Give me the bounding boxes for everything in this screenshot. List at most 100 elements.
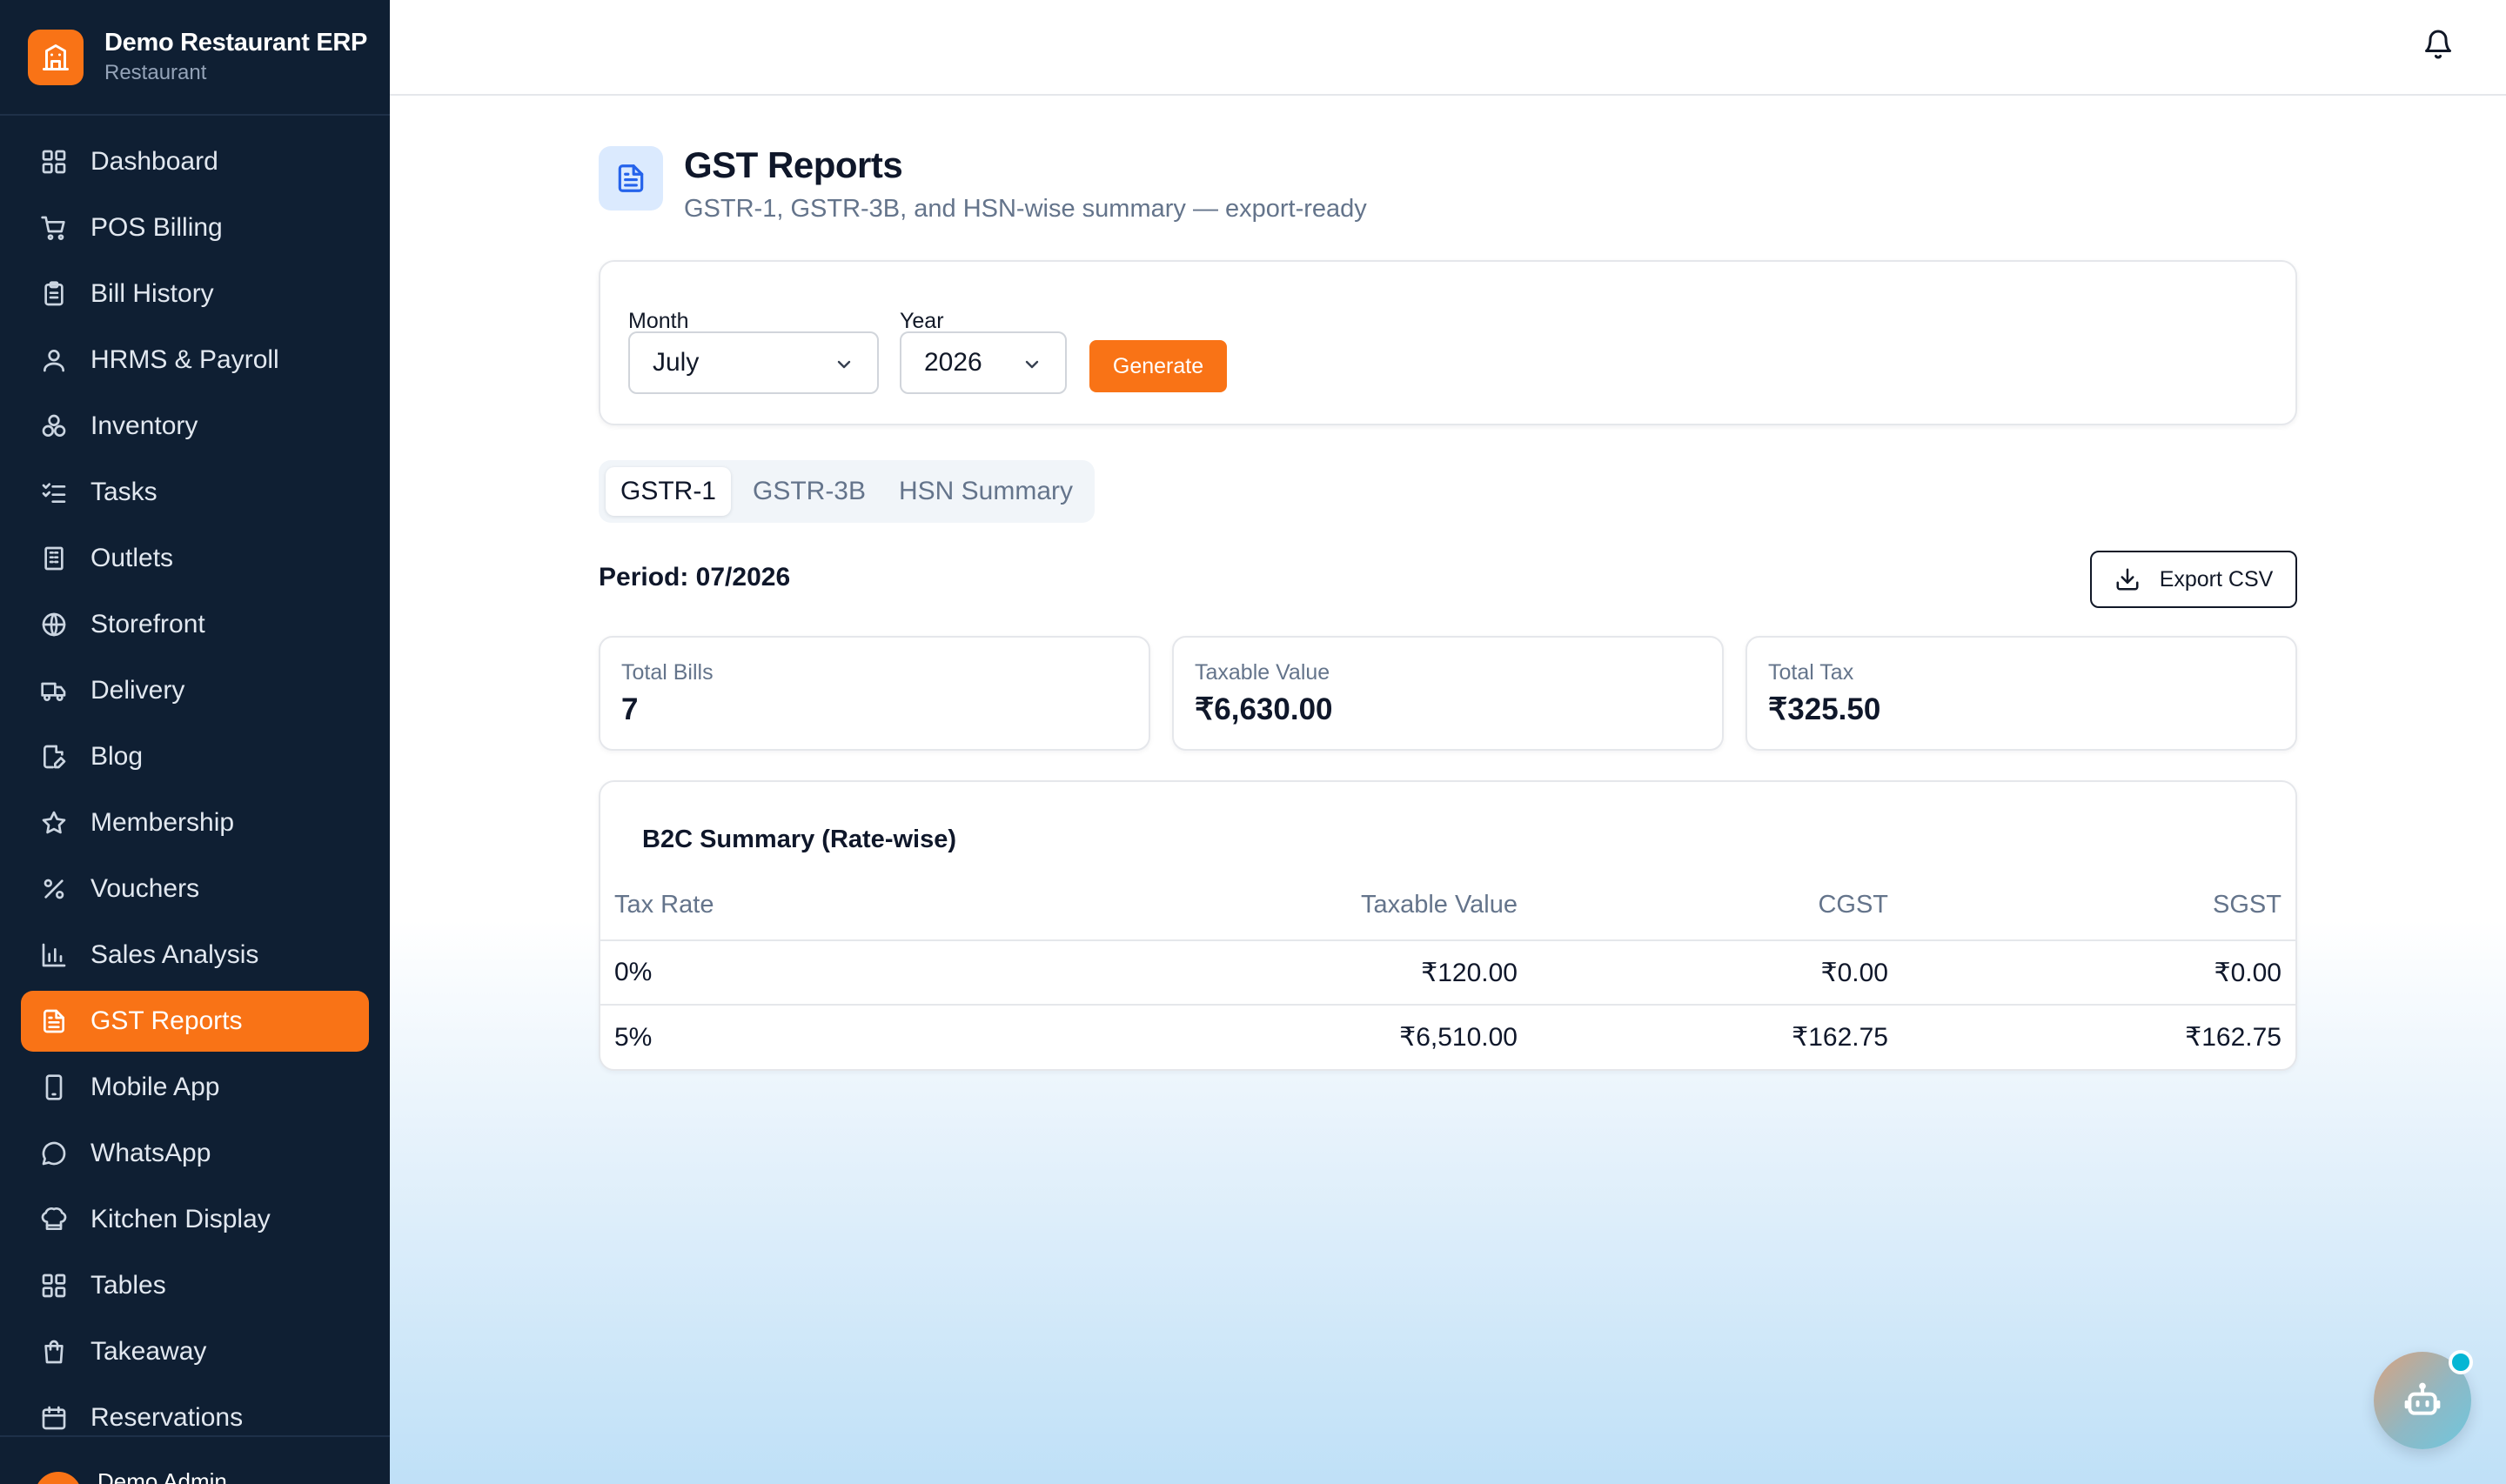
message-circle-icon [42,1141,66,1166]
topbar [390,0,2506,96]
sidebar-item-tables[interactable]: Tables [21,1255,369,1316]
online-status-dot [2449,1350,2473,1374]
stat-value: ₹325.50 [1768,692,1881,726]
stat-card-taxable-value: Taxable Value ₹6,630.00 [1172,636,1724,751]
sidebar-item-outlets[interactable]: Outlets [21,528,369,589]
stat-label: Total Bills [621,660,714,685]
chevron-down-icon [837,360,851,369]
assistant-bot-button[interactable] [2374,1350,2473,1449]
sidebar-item-label: HRMS & Payroll [90,345,279,374]
sidebar-user-footer[interactable]: Demo Admin [0,1435,390,1484]
sidebar-item-label: WhatsApp [90,1139,211,1167]
sidebar-item-bill-history[interactable]: Bill History [21,264,369,324]
file-text-icon [44,1009,64,1033]
star-icon [42,811,66,834]
filter-card: Month July Year 2026 Generate [599,260,2297,425]
sidebar-item-mobile-app[interactable]: Mobile App [21,1057,369,1118]
sidebar-item-label: Sales Analysis [90,940,259,969]
column-header-tax-rate: Tax Rate [600,871,1053,941]
main-area: GST Reports GSTR-1, GSTR-3B, and HSN-wis… [390,0,2506,1484]
sidebar-item-label: Tasks [90,478,157,506]
app-name: Demo Restaurant ERP [104,29,368,57]
column-header-cgst: CGST [1531,871,1902,941]
sidebar-item-label: Dashboard [90,147,218,176]
clipboard-icon [44,281,64,306]
sidebar-item-whatsapp[interactable]: WhatsApp [21,1123,369,1184]
sidebar-item-label: Reservations [90,1403,244,1432]
sidebar-item-label: Storefront [90,610,205,638]
app-type: Restaurant [104,61,207,84]
month-select[interactable]: July [628,331,879,394]
bar-chart-icon [42,943,66,967]
globe-icon [42,612,66,637]
cell-sgst: ₹162.75 [1902,1004,2295,1069]
report-tabs: GSTR-1 GSTR-3B HSN Summary [599,460,1095,523]
sidebar-item-label: Blog [90,742,144,771]
sidebar-item-takeaway[interactable]: Takeaway [21,1321,369,1382]
export-csv-label: Export CSV [2159,566,2274,592]
building-icon [44,546,64,571]
page-title: GST Reports [684,144,903,185]
sidebar-item-hrms-payroll[interactable]: HRMS & Payroll [21,330,369,391]
sidebar-item-dashboard[interactable]: Dashboard [21,131,369,192]
stat-card-total-bills: Total Bills 7 [599,636,1150,751]
sidebar-item-label: Membership [90,808,235,837]
year-select-value: 2026 [924,348,982,377]
sidebar-item-label: Vouchers [90,874,200,903]
sidebar-item-inventory[interactable]: Inventory [21,396,369,457]
month-label: Month [628,309,689,333]
sidebar-item-label: Bill History [90,279,214,308]
sidebar: Demo Restaurant ERP Restaurant Dashboard… [0,0,390,1484]
smartphone-icon [45,1074,63,1100]
year-select[interactable]: 2026 [900,331,1067,394]
export-csv-button[interactable]: Export CSV [2090,551,2297,608]
sidebar-item-label: GST Reports [90,1006,243,1035]
sidebar-item-label: Inventory [90,411,198,440]
sidebar-item-gst-reports[interactable]: GST Reports [21,991,369,1052]
calendar-icon [42,1406,66,1430]
cell-cgst: ₹0.00 [1820,958,1888,987]
b2c-summary-table: Tax Rate Taxable Value CGST SGST 0% ₹120… [600,871,2295,1069]
tab-gstr-3b[interactable]: GSTR-3B [740,467,879,516]
percent-icon [44,879,64,899]
sidebar-item-membership[interactable]: Membership [21,792,369,853]
user-icon [44,350,64,372]
page-content: GST Reports GSTR-1, GSTR-3B, and HSN-wis… [599,144,2297,1071]
file-pen-icon [44,745,66,769]
stats-row: Total Bills 7 Taxable Value ₹6,630.00 To… [599,636,2297,751]
sidebar-item-label: Delivery [90,676,185,705]
year-label: Year [900,309,944,333]
table-header-row: Tax Rate Taxable Value CGST SGST [600,871,2295,941]
stat-card-total-tax: Total Tax ₹325.50 [1745,636,2297,751]
sidebar-item-delivery[interactable]: Delivery [21,660,369,721]
period-row: Period: 07/2026 Export CSV [599,551,2297,608]
notification-bell-icon[interactable] [2422,29,2454,60]
avatar [35,1472,82,1484]
generate-button[interactable]: Generate [1089,340,1227,392]
cell-cgst: ₹162.75 [1531,1004,1902,1069]
tab-hsn-summary[interactable]: HSN Summary [886,467,1086,516]
stat-value: 7 [621,692,639,726]
column-header-taxable-value: Taxable Value [1053,871,1531,941]
sidebar-item-kitchen-display[interactable]: Kitchen Display [21,1189,369,1250]
sidebar-item-blog[interactable]: Blog [21,726,369,787]
sidebar-nav: Dashboard POS Billing Bill History HRMS … [0,116,390,1448]
chef-hat-icon [41,1207,67,1230]
sidebar-item-label: Outlets [90,544,174,572]
cart-icon [41,216,65,240]
column-header-sgst: SGST [1902,871,2295,941]
page-subtitle: GSTR-1, GSTR-3B, and HSN-wise summary — … [684,195,1367,223]
sidebar-item-vouchers[interactable]: Vouchers [21,859,369,919]
sidebar-item-pos-billing[interactable]: POS Billing [21,197,369,258]
sidebar-item-tasks[interactable]: Tasks [21,462,369,523]
bot-icon [2404,1382,2441,1415]
table-row: 0% ₹120.00 ₹0.00 ₹0.00 [600,940,2295,1005]
month-select-value: July [653,348,700,377]
sidebar-item-sales-analysis[interactable]: Sales Analysis [21,925,369,986]
admin-name: Demo Admin [97,1468,227,1484]
cell-sgst: ₹0.00 [2214,958,2282,987]
sidebar-item-storefront[interactable]: Storefront [21,594,369,655]
stat-label: Total Tax [1768,660,1854,685]
file-text-icon [599,146,663,211]
tab-gstr-1[interactable]: GSTR-1 [606,467,731,516]
